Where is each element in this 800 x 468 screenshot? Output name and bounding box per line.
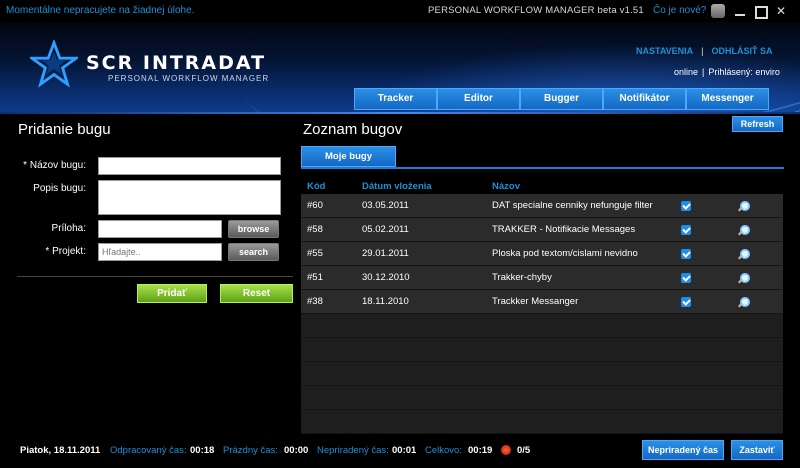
current-date: Piatok, 18.11.2011 [20,445,101,456]
project-search-input[interactable] [98,243,222,261]
column-header-date[interactable]: Dátum vloženia [362,181,432,192]
bug-name-input[interactable] [98,157,281,175]
checkmark-icon[interactable] [681,249,691,259]
project-label: * Projekt: [45,246,86,257]
magnifier-icon[interactable] [737,224,750,236]
magnifier-icon[interactable] [737,296,750,308]
add-bug-title: Pridanie bugu [18,121,111,138]
idle-time-value: 00:00 [284,445,309,456]
cell-name: DAT specialne cenniky nefunguje filter [492,200,653,211]
subtab-underline [301,167,784,169]
online-status: online [674,67,699,77]
reset-button[interactable]: Reset [220,284,293,303]
bug-list-title: Zoznam bugov [303,121,403,138]
logout-link[interactable]: ODHLÁSIŤ SA [712,46,773,56]
minimize-icon[interactable] [733,4,747,18]
refresh-button[interactable]: Refresh [732,116,783,132]
whats-new-link[interactable]: Čo je nové? [653,5,706,16]
table-row[interactable]: #60 03.05.2011 DAT specialne cenniky nef… [301,194,783,218]
logged-in-user: Prihlásený: enviro [708,67,780,77]
tab-editor[interactable]: Editor [437,88,520,110]
empty-row [301,314,783,338]
cell-date: 05.02.2011 [362,224,409,235]
settings-link[interactable]: NASTAVENIA [636,46,693,56]
magnifier-icon[interactable] [737,248,750,260]
browse-button[interactable]: browse [228,220,279,238]
worked-time-label: Odpracovaný čas: [110,445,187,456]
cell-name: Trakker-chyby [492,272,552,283]
star-logo-icon [30,40,78,88]
cell-date: 18.11.2010 [362,296,409,307]
unassigned-time-label: Nepriradený čas: [317,445,389,456]
table-row[interactable]: #58 05.02.2011 TRAKKER - Notifikacie Mes… [301,218,783,242]
checkmark-icon[interactable] [681,297,691,307]
cell-code: #55 [307,248,323,259]
add-bug-button[interactable]: Pridať [137,284,207,303]
empty-row [301,362,783,386]
cell-date: 03.05.2011 [362,200,409,211]
checkmark-icon[interactable] [681,225,691,235]
tab-tracker[interactable]: Tracker [354,88,437,110]
cell-name: TRAKKER - Notifikacie Messages [492,224,636,235]
idle-time-label: Prázdny čas: [223,445,278,456]
unassigned-time-value: 00:01 [392,445,417,456]
bug-name-label: * Názov bugu: [23,160,86,171]
column-header-name[interactable]: Názov [492,181,520,192]
timer-icon [501,445,511,455]
header-divider [0,112,800,114]
stop-button[interactable]: Zastaviť [731,440,783,460]
logo-subtitle: PERSONAL WORKFLOW MANAGER [108,74,270,83]
cell-code: #60 [307,200,323,211]
magnifier-icon[interactable] [737,272,750,284]
app-title: PERSONAL WORKFLOW MANAGER beta v1.51 [428,5,644,16]
search-button[interactable]: search [228,243,279,261]
total-time-value: 00:19 [468,445,493,456]
total-time-label: Celkovo: [425,445,462,456]
bug-desc-label: Popis bugu: [33,183,86,194]
header-links: NASTAVENIA | ODHLÁSIŤ SA [636,46,773,56]
cell-name: Ploska pod textom/cislami nevidno [492,248,638,259]
form-divider [17,276,293,277]
empty-row [301,338,783,362]
link-separator: | [701,46,704,56]
table-row[interactable]: #55 29.01.2011 Ploska pod textom/cislami… [301,242,783,266]
table-row[interactable]: #51 30.12.2010 Trakker-chyby [301,266,783,290]
tab-my-bugs[interactable]: Moje bugy [301,146,396,167]
main-nav: Tracker Editor Bugger Notifikátor Messen… [354,88,769,110]
cell-name: Trackker Messanger [492,296,579,307]
user-status: online | Prihlásený: enviro [674,67,780,77]
logo-text: SCR INTRADAT [86,52,267,74]
tab-messenger[interactable]: Messenger [686,88,769,110]
maximize-icon[interactable] [753,4,768,19]
status-separator: | [702,67,705,77]
empty-row [301,410,783,434]
attachment-input[interactable] [98,220,222,238]
title-bar: Momentálne nepracujete na žiadnej úlohe.… [0,0,800,22]
bug-table: #60 03.05.2011 DAT specialne cenniky nef… [301,194,783,434]
attachment-label: Príloha: [51,223,86,234]
magnifier-icon[interactable] [737,200,750,212]
cell-date: 29.01.2011 [362,248,409,259]
cell-date: 30.12.2010 [362,272,410,283]
column-header-code[interactable]: Kód [307,181,325,192]
app-menu-icon[interactable] [711,4,725,18]
table-row[interactable]: #38 18.11.2010 Trackker Messanger [301,290,783,314]
empty-row [301,386,783,410]
worked-time-value: 00:18 [190,445,215,456]
bug-desc-textarea[interactable] [98,180,281,215]
tab-bugger[interactable]: Bugger [520,88,603,110]
cell-code: #58 [307,224,323,235]
checkmark-icon[interactable] [681,201,691,211]
close-icon[interactable]: ✕ [774,4,788,18]
task-count: 0/5 [517,445,531,456]
cell-code: #51 [307,272,323,283]
checkmark-icon[interactable] [681,273,691,283]
cell-code: #38 [307,296,323,307]
tab-notifikator[interactable]: Notifikátor [603,88,686,110]
unassigned-time-button[interactable]: Nepriradený čas [642,440,724,460]
task-status-text: Momentálne nepracujete na žiadnej úlohe. [6,5,195,16]
